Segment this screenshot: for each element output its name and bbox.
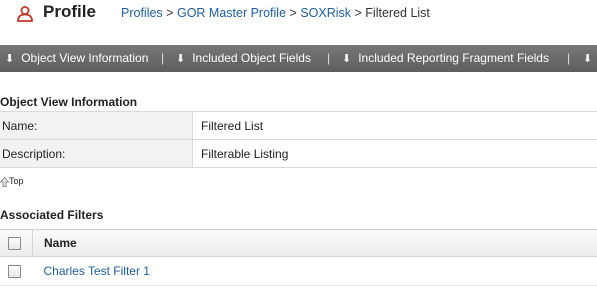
- select-all-checkbox[interactable]: [8, 236, 21, 250]
- name-column-header[interactable]: Name: [32, 229, 597, 257]
- name-value: Filtered List: [192, 111, 597, 140]
- section-navbar: ⬇ Object View Information | ⬇ Included Obj…: [0, 45, 597, 72]
- nav-included-reporting-fragment-fields[interactable]: ⬇ Included Reporting Fragment Fields: [342, 45, 549, 72]
- object-view-table: Name: Filtered List Description: Filtera…: [0, 111, 597, 168]
- breadcrumb-separator: >: [166, 6, 174, 20]
- breadcrumb-link-master-profile[interactable]: GOR Master Profile: [177, 6, 286, 20]
- page-header: Profile Profiles > GOR Master Profile > …: [0, 0, 597, 30]
- table-header-row: Name: [0, 229, 597, 257]
- down-arrow-icon: ⬇: [342, 53, 352, 65]
- breadcrumb: Profiles > GOR Master Profile > SOXRisk …: [121, 6, 430, 20]
- description-label: Description:: [0, 139, 193, 168]
- name-label: Name:: [0, 111, 193, 140]
- table-row: Charles Test Filter 1: [0, 256, 597, 286]
- breadcrumb-current: Filtered List: [365, 6, 430, 20]
- top-link-label: Top: [9, 176, 24, 186]
- nav-divider: |: [327, 51, 331, 65]
- down-arrow-icon: ⬇: [176, 53, 186, 65]
- breadcrumb-link-profiles[interactable]: Profiles: [121, 6, 163, 20]
- filter-link[interactable]: Charles Test Filter 1: [44, 264, 150, 278]
- breadcrumb-separator: >: [289, 6, 297, 20]
- nav-divider: |: [161, 51, 165, 65]
- filter-name-cell: Charles Test Filter 1: [32, 256, 597, 286]
- table-row: Description: Filterable Listing: [0, 139, 597, 168]
- nav-label: Included Reporting Fragment Fields: [358, 51, 549, 65]
- nav-included-object-fields[interactable]: ⬇ Included Object Fields: [176, 45, 311, 72]
- nav-divider: |: [567, 51, 571, 65]
- top-link[interactable]: Top: [0, 176, 24, 187]
- profile-icon: [16, 5, 34, 23]
- nav-label: Included Object Fields: [192, 51, 311, 65]
- table-row: Name: Filtered List: [0, 111, 597, 140]
- select-all-cell: [0, 229, 33, 257]
- row-checkbox-cell: [0, 256, 33, 286]
- breadcrumb-separator: >: [354, 6, 362, 20]
- object-view-section-title: Object View Information: [0, 95, 138, 109]
- page-title: Profile: [43, 2, 96, 21]
- description-value: Filterable Listing: [192, 139, 597, 168]
- nav-label: Object View Information: [21, 51, 149, 65]
- breadcrumb-link-soxrisk[interactable]: SOXRisk: [300, 6, 351, 20]
- up-arrow-icon: [0, 176, 10, 187]
- down-arrow-icon: ⬇: [5, 53, 15, 65]
- associated-filters-title: Associated Filters: [0, 208, 104, 222]
- nav-object-view-information[interactable]: ⬇ Object View Information: [5, 45, 148, 72]
- nav-more[interactable]: ⬇: [583, 45, 597, 72]
- row-checkbox[interactable]: [8, 264, 21, 278]
- associated-filters-table: Name Charles Test Filter 1: [0, 229, 597, 286]
- down-arrow-icon: ⬇: [583, 53, 593, 65]
